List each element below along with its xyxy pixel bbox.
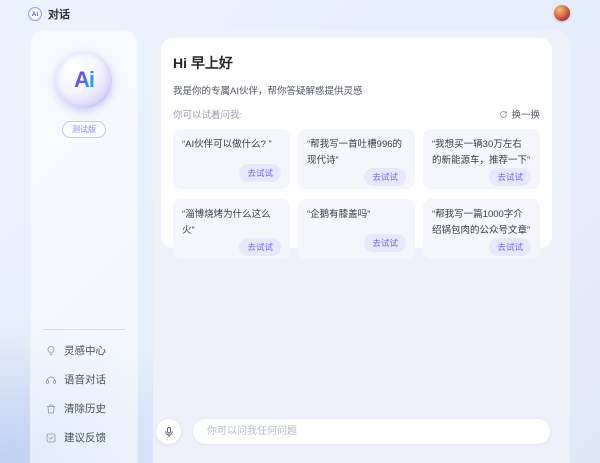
suggestion-text: “帮我写一篇1000字介绍锅包肉的公众号文章” (432, 207, 531, 238)
topbar: Ai 对话 (0, 0, 600, 28)
try-button[interactable]: 去试试 (239, 164, 281, 182)
page-title: 对话 (48, 6, 70, 22)
chat-input[interactable] (193, 419, 550, 444)
headphones-icon (45, 374, 57, 386)
ai-logo-text: Ai (74, 67, 94, 93)
suggestion-grid: “AI伙伴可以做什么? ” 去试试 “帮我写一首吐槽996的现代诗” 去试试 “… (173, 129, 540, 259)
suggestion-text: “企鹅有膝盖吗” (307, 207, 406, 234)
suggestion-card[interactable]: “我想买一辆30万左右的新能源车，推荐一下” 去试试 (423, 129, 540, 189)
refresh-label: 换一换 (511, 107, 540, 121)
prompt-label: 你可以试着问我: (173, 107, 242, 121)
sidebar-item-label: 语音对话 (64, 372, 106, 387)
suggestion-text: “我想买一辆30万左右的新能源车，推荐一下” (432, 137, 531, 168)
sidebar-item-voice-chat[interactable]: 语音对话 (43, 365, 125, 394)
greeting-card: Hi 早上好 我是你的专属AI伙伴，帮你答疑解惑提供灵感 你可以试着问我: 换一… (161, 38, 552, 248)
sidebar-menu: 灵感中心 语音对话 清除历史 建议反馈 (43, 329, 125, 452)
suggestion-card[interactable]: “帮我写一篇1000字介绍锅包肉的公众号文章” 去试试 (423, 199, 540, 259)
refresh-icon (499, 110, 508, 119)
suggestion-text: “淄博烧烤为什么这么火” (182, 207, 281, 238)
main-panel: Hi 早上好 我是你的专属AI伙伴，帮你答疑解惑提供灵感 你可以试着问我: 换一… (153, 30, 570, 463)
sidebar-item-inspiration[interactable]: 灵感中心 (43, 336, 125, 365)
suggestion-card[interactable]: “淄博烧烤为什么这么火” 去试试 (173, 199, 290, 259)
suggestion-card[interactable]: “企鹅有膝盖吗” 去试试 (298, 199, 415, 259)
refresh-button[interactable]: 换一换 (499, 107, 540, 121)
sidebar-item-label: 建议反馈 (64, 430, 106, 445)
app-logo-text: Ai (32, 11, 39, 18)
sidebar-item-label: 灵感中心 (64, 343, 106, 358)
microphone-icon (163, 426, 175, 438)
try-button[interactable]: 去试试 (364, 234, 406, 252)
lightbulb-icon (45, 345, 57, 357)
try-button[interactable]: 去试试 (489, 168, 531, 186)
mic-button[interactable] (156, 419, 181, 444)
sidebar-divider (43, 329, 125, 330)
suggestion-card[interactable]: “AI伙伴可以做什么? ” 去试试 (173, 129, 290, 189)
sidebar-item-feedback[interactable]: 建议反馈 (43, 423, 125, 452)
try-button[interactable]: 去试试 (239, 238, 281, 256)
suggestion-text: “AI伙伴可以做什么? ” (182, 137, 281, 164)
prompt-row: 你可以试着问我: 换一换 (173, 107, 540, 121)
feedback-icon (45, 432, 57, 444)
suggestion-card[interactable]: “帮我写一首吐槽996的现代诗” 去试试 (298, 129, 415, 189)
greeting-subtitle: 我是你的专属AI伙伴，帮你答疑解惑提供灵感 (173, 83, 540, 97)
greeting-title: Hi 早上好 (173, 53, 540, 73)
sidebar-item-clear-history[interactable]: 清除历史 (43, 394, 125, 423)
user-avatar[interactable] (554, 5, 570, 21)
ai-logo: Ai (56, 52, 112, 108)
trash-icon (45, 403, 57, 415)
app-logo-icon: Ai (28, 7, 42, 21)
try-button[interactable]: 去试试 (489, 238, 531, 256)
suggestion-text: “帮我写一首吐槽996的现代诗” (307, 137, 406, 168)
composer-bar (156, 419, 550, 444)
sidebar: Ai 测试版 灵感中心 语音对话 清除历史 建议反馈 (30, 30, 138, 463)
beta-badge: 测试版 (62, 121, 106, 138)
try-button[interactable]: 去试试 (364, 168, 406, 186)
sidebar-item-label: 清除历史 (64, 401, 106, 416)
